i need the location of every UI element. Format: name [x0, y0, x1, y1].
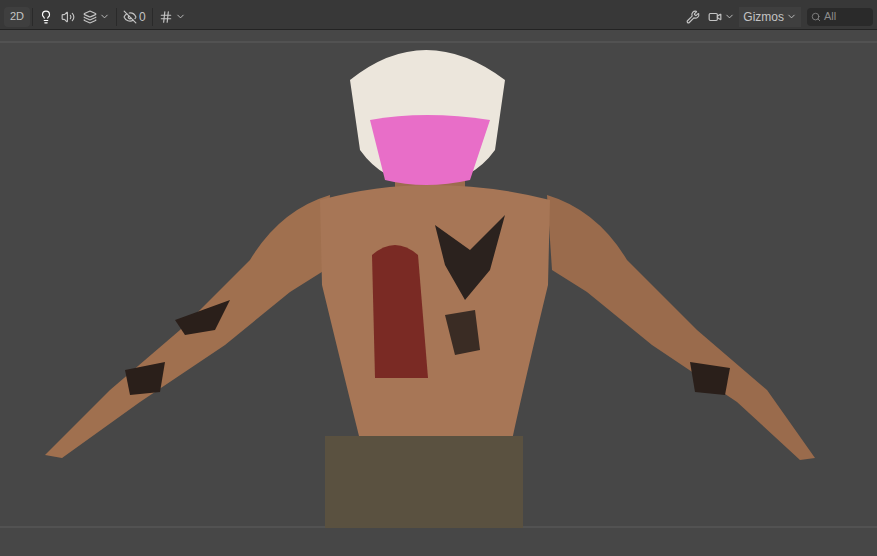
character-model-icon [0, 30, 877, 556]
dropdown-icon [724, 11, 735, 22]
gizmos-button[interactable]: Gizmos [739, 7, 801, 27]
camera-icon [708, 10, 722, 24]
scene-audio-button[interactable] [57, 7, 79, 27]
toolbar-separator [116, 8, 117, 26]
unity-scene-window: 2D 0 Gizmos All [0, 0, 877, 556]
eye-slash-icon [123, 10, 137, 24]
wrench-icon [686, 10, 700, 24]
grid-button[interactable] [155, 7, 190, 27]
search-icon [811, 12, 821, 22]
layers-icon [83, 10, 97, 24]
grid-icon [159, 10, 173, 24]
scene-lighting-button[interactable] [35, 7, 57, 27]
scene-toolbar: 2D 0 Gizmos All [0, 0, 877, 30]
gizmos-label: Gizmos [743, 8, 784, 26]
search-field[interactable]: All [807, 8, 873, 26]
tools-button[interactable] [682, 7, 704, 27]
view-2d-button[interactable]: 2D [4, 7, 30, 27]
scene-viewport[interactable] [0, 30, 877, 556]
dropdown-icon [786, 11, 797, 22]
dropdown-icon [175, 11, 186, 22]
dropdown-icon [99, 11, 110, 22]
speaker-icon [61, 10, 75, 24]
camera-button[interactable] [704, 7, 739, 27]
search-placeholder: All [824, 8, 836, 25]
hidden-count: 0 [139, 8, 146, 26]
toolbar-separator [152, 8, 153, 26]
lightbulb-icon [39, 10, 53, 24]
hidden-objects-button[interactable]: 0 [119, 7, 150, 27]
toolbar-separator [32, 8, 33, 26]
effects-button[interactable] [79, 7, 114, 27]
